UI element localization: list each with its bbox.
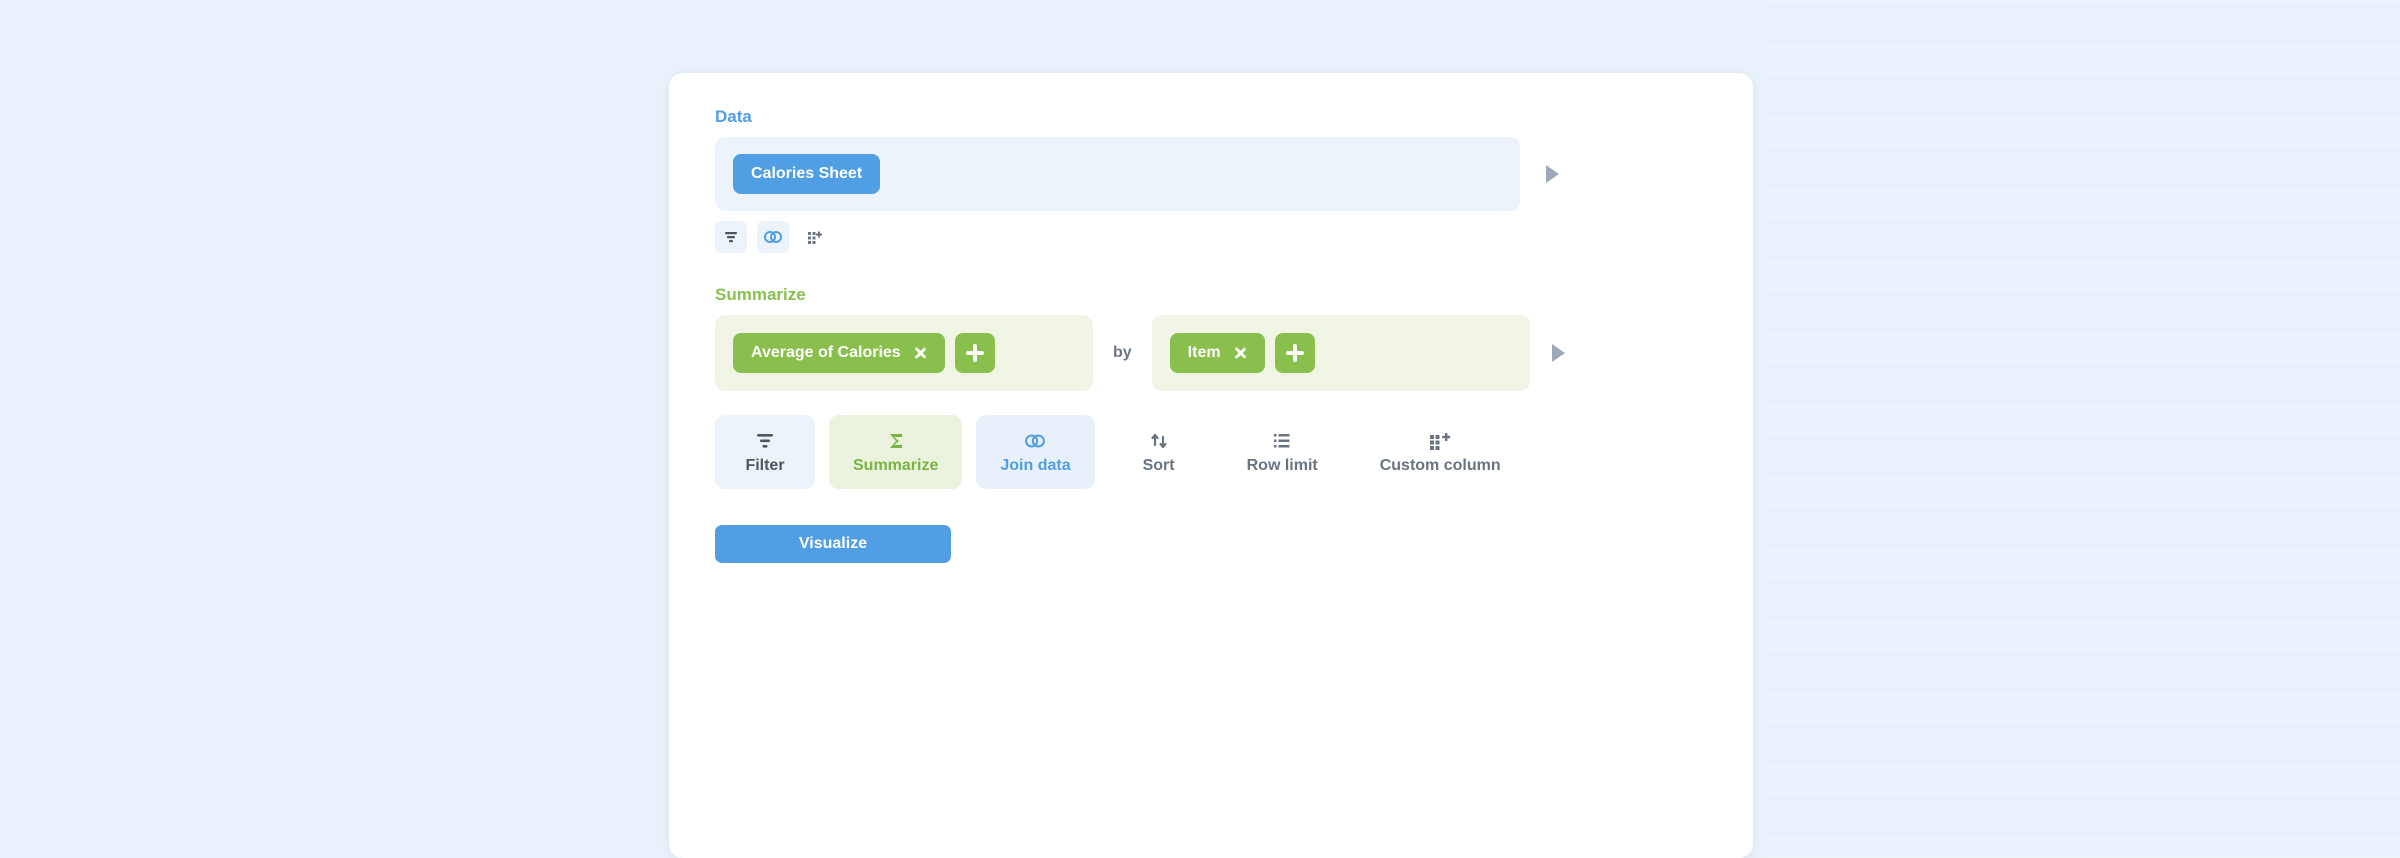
add-aggregation-button[interactable] xyxy=(955,333,995,373)
filter-mini-icon[interactable] xyxy=(715,221,747,253)
close-icon[interactable] xyxy=(1233,346,1247,360)
join-icon xyxy=(764,230,782,244)
operations-row: Filter Summarize Join data xyxy=(715,415,1707,489)
data-source-well: Calories Sheet xyxy=(715,137,1520,211)
filter-icon xyxy=(723,229,739,245)
group-by-well: Item xyxy=(1152,315,1530,391)
group-by-pill[interactable]: Item xyxy=(1170,333,1265,373)
data-source-pill[interactable]: Calories Sheet xyxy=(733,154,880,194)
visualize-button[interactable]: Visualize xyxy=(715,525,951,563)
join-data-button[interactable]: Join data xyxy=(976,415,1094,489)
data-step-mini-toolbar xyxy=(715,221,1707,253)
visualize-button-label: Visualize xyxy=(799,535,867,553)
data-row: Calories Sheet xyxy=(715,137,1707,211)
list-icon xyxy=(1271,430,1293,452)
row-limit-button-label: Row limit xyxy=(1247,457,1318,475)
join-data-button-label: Join data xyxy=(1000,457,1070,475)
join-icon xyxy=(1024,430,1046,452)
query-builder-card: Data Calories Sheet xyxy=(669,73,1753,858)
by-label: by xyxy=(1111,344,1134,362)
aggregation-pill[interactable]: Average of Calories xyxy=(733,333,945,373)
decorative-noise xyxy=(1768,0,2400,858)
filter-button[interactable]: Filter xyxy=(715,415,815,489)
data-source-pill-label: Calories Sheet xyxy=(751,165,862,183)
summarize-section-label: Summarize xyxy=(715,285,1707,305)
preview-summarize-icon[interactable] xyxy=(1552,344,1565,362)
join-mini-icon[interactable] xyxy=(757,221,789,253)
filter-button-label: Filter xyxy=(745,457,784,475)
filter-icon xyxy=(754,430,776,452)
add-group-by-button[interactable] xyxy=(1275,333,1315,373)
custom-column-mini-icon[interactable] xyxy=(799,221,831,253)
aggregation-well: Average of Calories xyxy=(715,315,1093,391)
sigma-icon xyxy=(885,430,907,452)
grid-plus-icon xyxy=(807,229,823,245)
summarize-row: Average of Calories by Item xyxy=(715,315,1707,391)
sort-button[interactable]: Sort xyxy=(1109,415,1209,489)
custom-column-button[interactable]: Custom column xyxy=(1356,415,1525,489)
sort-icon xyxy=(1148,430,1170,452)
grid-plus-icon xyxy=(1429,430,1451,452)
close-icon[interactable] xyxy=(913,346,927,360)
summarize-button[interactable]: Summarize xyxy=(829,415,962,489)
summarize-button-label: Summarize xyxy=(853,457,938,475)
preview-data-icon[interactable] xyxy=(1546,165,1559,183)
sort-button-label: Sort xyxy=(1143,457,1175,475)
custom-column-button-label: Custom column xyxy=(1380,457,1501,475)
data-section-label: Data xyxy=(715,107,1707,127)
group-by-pill-label: Item xyxy=(1188,344,1221,362)
row-limit-button[interactable]: Row limit xyxy=(1223,415,1342,489)
aggregation-pill-label: Average of Calories xyxy=(751,344,901,362)
